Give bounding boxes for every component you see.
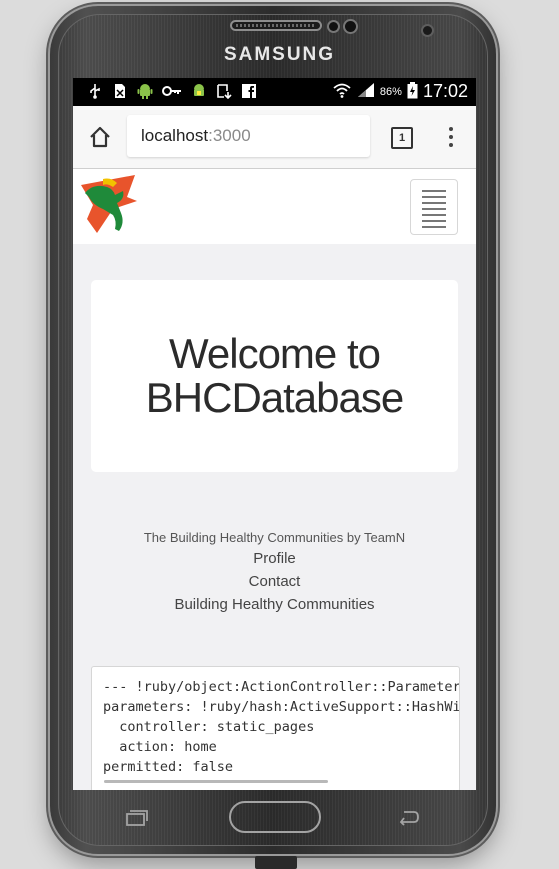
home-icon[interactable]	[87, 124, 113, 150]
footer-link-profile[interactable]: Profile	[73, 550, 476, 567]
browser-toolbar: localhost:3000 1	[73, 106, 476, 169]
footer-credit: The Building Healthy Communities by Team…	[143, 530, 406, 545]
screen: 86% 17:02 localhost:3000 1 Welcome to B…	[73, 78, 476, 790]
url-port: :3000	[208, 126, 251, 145]
footer-link-bhc[interactable]: Building Healthy Communities	[73, 596, 476, 613]
battery-icon	[407, 81, 418, 102]
recent-apps-icon[interactable]	[126, 810, 148, 826]
hardware-buttons	[50, 798, 496, 838]
debug-line: --- !ruby/object:ActionController::Param…	[103, 679, 460, 695]
no-sim-icon	[112, 83, 128, 99]
usb-icon	[87, 83, 103, 99]
hero-title: Welcome to BHCDatabase	[145, 330, 404, 421]
battery-percentage: 86%	[379, 85, 402, 98]
tab-switcher-button[interactable]: 1	[391, 127, 413, 149]
key-icon	[162, 83, 182, 99]
light-sensor	[345, 21, 356, 32]
home-hardware-button[interactable]	[229, 801, 321, 833]
debug-line: parameters: !ruby/hash:ActiveSupport::Ha…	[103, 699, 460, 715]
footer-link-contact[interactable]: Contact	[73, 573, 476, 590]
proximity-sensor	[329, 22, 338, 31]
back-icon[interactable]	[398, 808, 420, 826]
brand-logo: SAMSUNG	[223, 44, 336, 65]
android-icon	[137, 83, 153, 99]
clock: 17:02	[422, 81, 468, 101]
url-host: localhost	[141, 126, 209, 145]
earpiece-speaker	[230, 20, 322, 31]
wifi-icon	[332, 82, 352, 101]
overflow-menu-icon[interactable]	[441, 124, 461, 150]
debug-line: controller: static_pages	[103, 719, 315, 735]
nav-toggle-button[interactable]	[410, 179, 458, 235]
debug-line: permitted: false	[103, 759, 234, 775]
notification-icons	[87, 83, 257, 99]
debug-output: --- !ruby/object:ActionController::Param…	[92, 667, 459, 777]
signal-icon	[357, 82, 375, 101]
front-camera	[423, 26, 432, 35]
system-indicators: 86% 17:02	[332, 81, 468, 102]
facebook-icon	[241, 83, 257, 99]
site-logo[interactable]	[79, 173, 139, 235]
page-footer: The Building Healthy Communities by Team…	[73, 530, 476, 619]
hero-panel: Welcome to BHCDatabase	[91, 280, 458, 472]
address-bar[interactable]: localhost:3000	[127, 115, 370, 157]
debug-params-box[interactable]: --- !ruby/object:ActionController::Param…	[91, 666, 460, 790]
debug-line: action: home	[103, 739, 217, 755]
android-debug-icon	[191, 83, 207, 99]
usb-connector	[255, 856, 297, 869]
status-bar: 86% 17:02	[73, 78, 476, 106]
hamburger-icon	[411, 180, 457, 228]
horizontal-scrollbar[interactable]	[104, 780, 328, 783]
site-navbar	[73, 169, 476, 244]
download-icon	[216, 83, 232, 99]
